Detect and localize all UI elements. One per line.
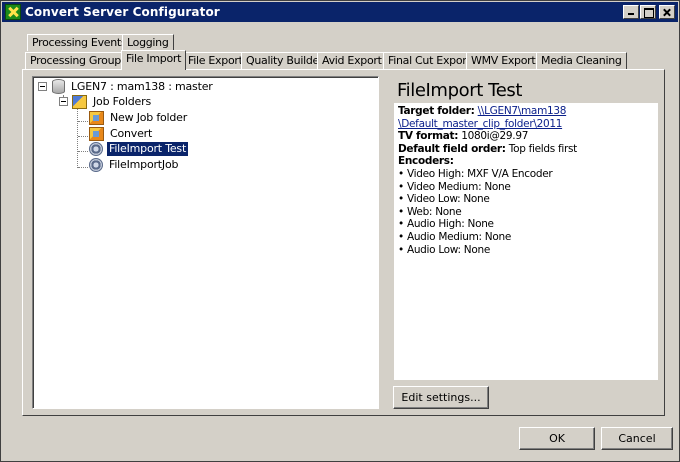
tree-item-new-job-folder[interactable]: New Job folder <box>89 110 189 125</box>
tree-node-job-folders[interactable]: Job Folders <box>72 94 153 109</box>
tree-connector <box>77 109 78 168</box>
cancel-button[interactable]: Cancel <box>601 427 673 450</box>
encoder-item: Audio Medium: None <box>398 231 654 244</box>
target-folder-link[interactable]: \\LGEN7\mam138 <box>478 105 567 117</box>
close-icon[interactable] <box>659 5 675 19</box>
folder-icon <box>72 94 87 109</box>
window-title: Convert Server Configurator <box>25 5 220 19</box>
tab-media-cleaning[interactable]: Media Cleaning <box>536 52 627 69</box>
tree-item-fileimport-test[interactable]: FileImport Test <box>89 141 189 156</box>
job-tree[interactable]: LGEN7 : mam138 : master Job Folders New … <box>32 76 379 409</box>
tree-item-convert[interactable]: Convert <box>89 126 154 141</box>
field-order-value: Top fields first <box>508 142 578 155</box>
encoder-item: Video Low: None <box>398 193 654 206</box>
tab-processing-events[interactable]: Processing Events <box>27 34 132 51</box>
target-folder-label: Target folder: <box>398 105 475 117</box>
tab-wmv-export[interactable]: WMV Export <box>466 52 541 69</box>
ok-button[interactable]: OK <box>519 427 595 450</box>
tab-file-import[interactable]: File Import <box>121 50 187 70</box>
target-folder-line-2: \Default_master_clip_folder\2011 <box>398 118 654 131</box>
tv-format-line: TV format: 1080i@29.97 <box>398 130 654 143</box>
target-folder-link-2[interactable]: \Default_master_clip_folder\2011 <box>398 118 562 130</box>
edit-settings-button[interactable]: Edit settings... <box>393 386 489 409</box>
database-icon <box>52 79 65 94</box>
title-bar[interactable]: Convert Server Configurator <box>2 2 678 22</box>
job-folder-icon <box>89 126 104 141</box>
field-order-line: Default field order: Top fields first <box>398 143 654 156</box>
tab-logging[interactable]: Logging <box>122 34 174 51</box>
file-import-job-icon <box>89 157 103 172</box>
window-controls <box>623 5 675 19</box>
tree-node-root[interactable]: LGEN7 : mam138 : master <box>52 79 215 94</box>
encoder-item: Web: None <box>398 206 654 219</box>
tree-connector <box>78 167 88 168</box>
tab-file-export[interactable]: File Export <box>183 52 248 69</box>
collapse-root-icon[interactable] <box>38 82 47 91</box>
tab-final-cut-export[interactable]: Final Cut Export <box>383 52 476 69</box>
job-folder-icon <box>89 110 104 125</box>
encoder-item: Video Medium: None <box>398 181 654 194</box>
tab-avid-export[interactable]: Avid Export <box>317 52 387 69</box>
detail-info-box: Target folder: \\LGEN7\mam138 \Default_m… <box>394 103 658 380</box>
encoder-item: Video High: MXF V/A Encoder <box>398 168 654 181</box>
tree-connector <box>78 136 88 137</box>
collapse-folders-icon[interactable] <box>59 97 68 106</box>
tree-node-label: LGEN7 : mam138 : master <box>71 79 213 93</box>
tree-item-fileimportjob[interactable]: FileImportJob <box>89 157 180 172</box>
tree-node-label: Job Folders <box>93 94 151 108</box>
target-folder-line: Target folder: \\LGEN7\mam138 <box>398 105 654 118</box>
encoder-item: Audio High: None <box>398 218 654 231</box>
field-order-label: Default field order: <box>398 142 506 155</box>
tab-quality-builder[interactable]: Quality Builder <box>241 52 329 69</box>
main-window: Convert Server Configurator Processing E… <box>0 0 680 462</box>
tree-node-label: New Job folder <box>110 110 188 124</box>
detail-title: FileImport Test <box>397 80 523 101</box>
tab-processing-groups[interactable]: Processing Groups <box>25 52 132 69</box>
tree-node-label: FileImportJob <box>109 157 179 171</box>
encoder-item: Audio Low: None <box>398 244 654 257</box>
tree-connector <box>78 121 88 122</box>
converter-x-icon <box>5 4 21 20</box>
tree-node-label: FileImport Test <box>107 141 189 156</box>
encoders-label: Encoders: <box>398 155 454 168</box>
tree-node-label: Convert <box>110 126 153 140</box>
minimize-icon[interactable] <box>623 5 639 19</box>
tv-format-value: 1080i@29.97 <box>461 130 529 143</box>
tv-format-label: TV format: <box>398 130 459 143</box>
maximize-icon[interactable] <box>640 5 656 19</box>
file-import-job-icon <box>89 141 103 156</box>
tree-connector <box>78 151 88 152</box>
